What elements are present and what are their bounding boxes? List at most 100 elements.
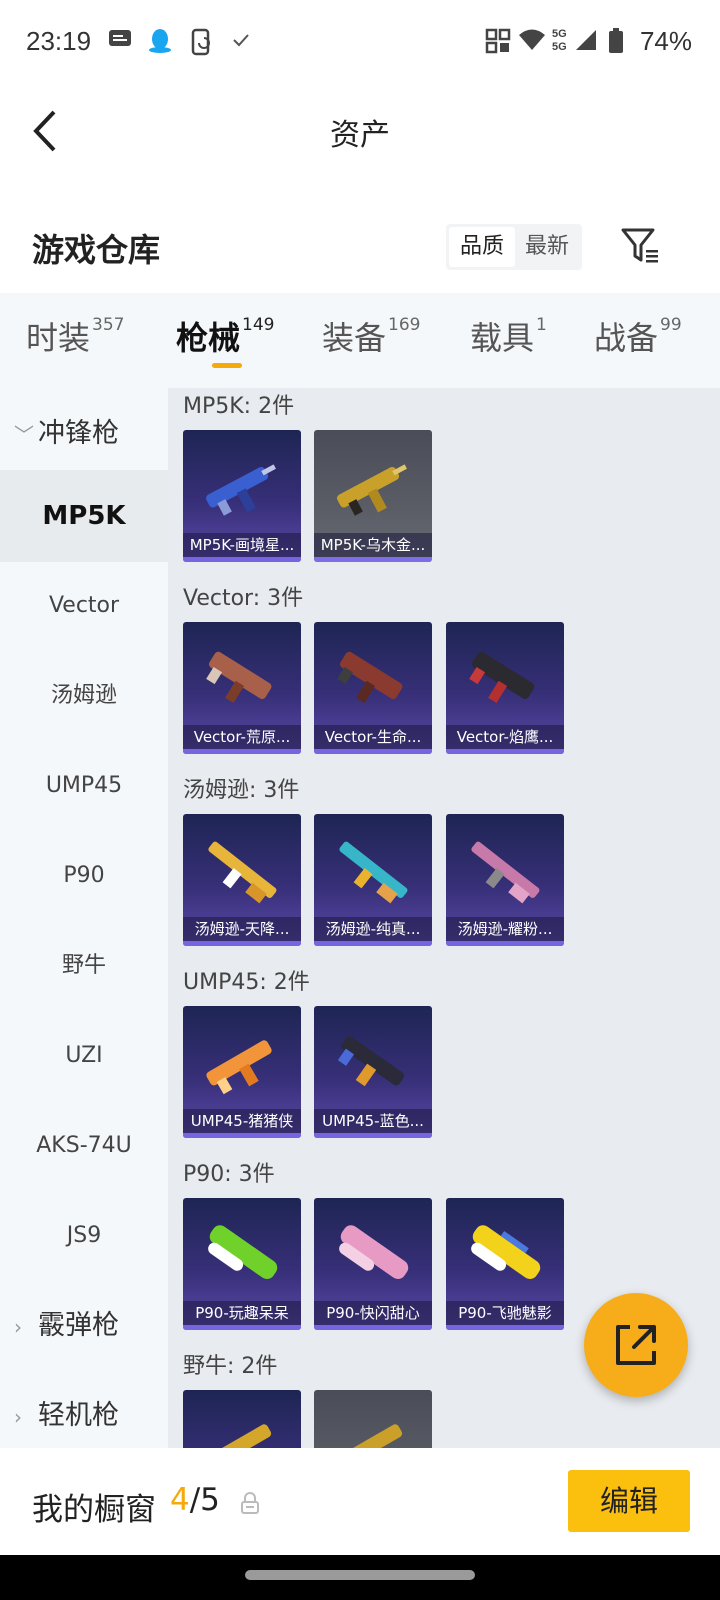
- rarity-bar: [446, 1325, 564, 1330]
- weapon-name: Vector-荒原...: [183, 725, 301, 749]
- weapon-name: MP5K-画境星...: [183, 533, 301, 557]
- weapon-name: 汤姆逊-纯真...: [314, 917, 432, 941]
- sidebar-item-ump45[interactable]: UMP45: [0, 740, 168, 832]
- sidebar-group-smg[interactable]: ﹀ 冲锋枪: [0, 388, 168, 480]
- lock-icon: [240, 1492, 260, 1514]
- qq-penguin-icon: [148, 28, 172, 58]
- filter-icon: [621, 228, 658, 263]
- weapon-card[interactable]: P90-快闪甜心: [314, 1198, 432, 1330]
- sidebar-group-shotgun[interactable]: › 霰弹枪: [0, 1280, 168, 1372]
- rarity-bar: [183, 557, 301, 562]
- rarity-bar: [314, 941, 432, 946]
- rarity-bar: [446, 749, 564, 754]
- battery-icon: [608, 28, 624, 58]
- weapon-card[interactable]: P90-飞驰魅影: [446, 1198, 564, 1330]
- weapon-card[interactable]: 汤姆逊-纯真...: [314, 814, 432, 946]
- smg-icon: [337, 1424, 403, 1448]
- nfc-icon: [485, 28, 511, 58]
- weapon-name: MP5K-乌木金...: [314, 533, 432, 557]
- smg-icon: [337, 1036, 405, 1087]
- section-title: Vector: 3件: [183, 586, 304, 611]
- weapon-grid: MP5K: 2件 MP5K-画境星... MP5K-乌木金... Vector:…: [168, 388, 720, 1448]
- weapon-card[interactable]: 汤姆逊-耀粉...: [446, 814, 564, 946]
- tab-count: 99: [660, 315, 682, 335]
- section-title: 野牛: 2件: [183, 1354, 278, 1379]
- tab-fashion[interactable]: 时装 357: [26, 313, 124, 359]
- weapon-card[interactable]: MP5K-画境星...: [183, 430, 301, 562]
- back-arrow-icon: [33, 110, 56, 152]
- sidebar-item-p90[interactable]: P90: [0, 830, 168, 922]
- weapon-name: Vector-生命...: [314, 725, 432, 749]
- smg-icon: [206, 1424, 272, 1448]
- weapon-card[interactable]: P90-玩趣呆呆: [183, 1198, 301, 1330]
- external-link-icon: [616, 1325, 656, 1365]
- showcase-current: 4: [170, 1482, 190, 1518]
- smg-icon: [339, 841, 408, 904]
- tab-firearms[interactable]: 枪械 149: [176, 313, 274, 359]
- weapon-name: 汤姆逊-耀粉...: [446, 917, 564, 941]
- tab-supplies[interactable]: 战备 99: [594, 313, 682, 359]
- section-title: P90: 3件: [183, 1162, 275, 1187]
- weapon-card[interactable]: [314, 1390, 432, 1448]
- showcase-total: /5: [189, 1482, 220, 1518]
- tab-count: 1: [536, 315, 547, 335]
- weapon-card[interactable]: Vector-荒原...: [183, 622, 301, 754]
- weapon-name: P90-玩趣呆呆: [183, 1301, 301, 1325]
- smg-icon: [206, 464, 276, 516]
- sidebar-item-uzi[interactable]: UZI: [0, 1010, 168, 1102]
- home-indicator[interactable]: [245, 1570, 475, 1580]
- rarity-bar: [183, 941, 301, 946]
- battery-percent: 74%: [639, 26, 692, 56]
- weapon-card[interactable]: 汤姆逊-天降...: [183, 814, 301, 946]
- tab-vehicles[interactable]: 载具 1: [470, 313, 547, 359]
- rarity-bar: [314, 1133, 432, 1138]
- edit-button[interactable]: 编辑: [568, 1470, 690, 1532]
- sidebar-item-aks74u[interactable]: AKS-74U: [0, 1100, 168, 1192]
- sort-quality-button[interactable]: 品质: [449, 227, 515, 267]
- signal-icon: [574, 28, 598, 56]
- rarity-bar: [446, 941, 564, 946]
- sidebar-item-bizon[interactable]: 野牛: [0, 920, 168, 1012]
- tab-equipment[interactable]: 装备 169: [322, 313, 420, 359]
- tab-label: 装备: [322, 319, 387, 357]
- smg-icon: [206, 651, 272, 704]
- phone-sync-icon: [190, 28, 214, 60]
- page-title: 资产: [330, 118, 390, 153]
- showcase-count: 4/5: [170, 1482, 220, 1518]
- weapon-card[interactable]: Vector-生命...: [314, 622, 432, 754]
- sidebar-item-mp5k[interactable]: MP5K: [0, 470, 168, 562]
- smg-icon: [208, 841, 277, 904]
- sort-latest-button[interactable]: 最新: [514, 227, 580, 267]
- weapon-name: P90-快闪甜心: [314, 1301, 432, 1325]
- active-tab-indicator: [212, 363, 242, 368]
- weapon-card[interactable]: [183, 1390, 301, 1448]
- weapon-card[interactable]: MP5K-乌木金...: [314, 430, 432, 562]
- filter-button[interactable]: [620, 226, 660, 266]
- weapon-name: UMP45-猪猪侠: [183, 1109, 301, 1133]
- weapon-card[interactable]: Vector-焰鹰...: [446, 622, 564, 754]
- sidebar-group-label: 霰弹枪: [38, 1310, 119, 1341]
- share-fab-button[interactable]: [584, 1293, 688, 1397]
- rarity-bar: [183, 1325, 301, 1330]
- message-icon: [108, 28, 132, 54]
- status-bar: 23:19 5G 5G 74%: [0, 0, 720, 88]
- smg-icon: [469, 651, 535, 704]
- sidebar-item-js9[interactable]: JS9: [0, 1190, 168, 1282]
- smg-icon: [339, 1225, 409, 1279]
- check-icon: [232, 32, 250, 52]
- back-button[interactable]: [30, 108, 70, 154]
- sidebar-group-label: 轻机枪: [38, 1400, 119, 1431]
- tab-label: 时装: [26, 319, 91, 357]
- tab-count: 169: [388, 315, 421, 335]
- weapon-card[interactable]: UMP45-蓝色...: [314, 1006, 432, 1138]
- sidebar-item-vector[interactable]: Vector: [0, 560, 168, 652]
- sidebar-item-thompson[interactable]: 汤姆逊: [0, 650, 168, 742]
- weapon-card[interactable]: UMP45-猪猪侠: [183, 1006, 301, 1138]
- weapon-name: UMP45-蓝色...: [314, 1109, 432, 1133]
- rarity-bar: [183, 749, 301, 754]
- weapon-name: 汤姆逊-天降...: [183, 917, 301, 941]
- smg-icon: [471, 1225, 541, 1279]
- showcase-label: 我的橱窗: [32, 1492, 156, 1528]
- sidebar-group-label: 冲锋枪: [38, 418, 119, 449]
- warehouse-title: 游戏仓库: [32, 231, 161, 269]
